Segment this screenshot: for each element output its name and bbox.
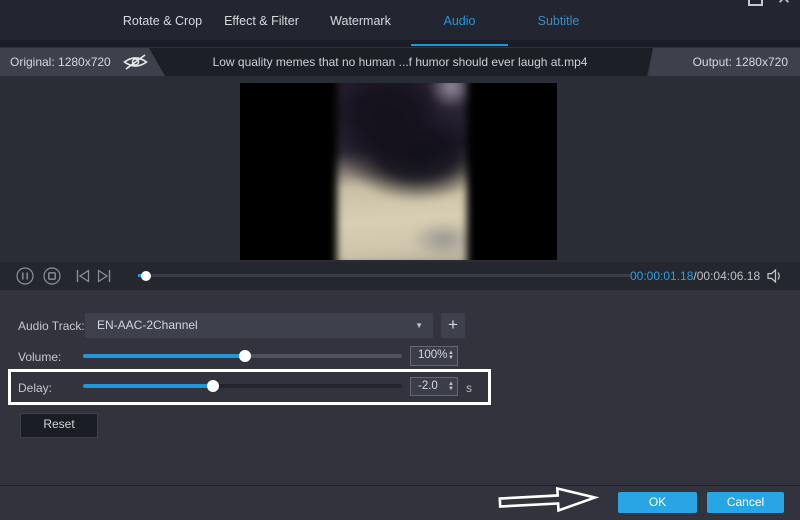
delay-label: Delay: — [18, 381, 53, 395]
preview-eye-off-icon[interactable] — [122, 53, 149, 74]
footer-divider — [0, 485, 800, 486]
cancel-button[interactable]: Cancel — [707, 492, 784, 513]
delay-slider-thumb[interactable] — [207, 379, 220, 392]
tab-bar: Rotate & Crop Effect & Filter Watermark … — [0, 0, 800, 47]
delay-unit-label: s — [466, 381, 472, 395]
volume-value: 100% — [418, 349, 448, 361]
close-icon[interactable]: ✕ — [774, 0, 794, 10]
tab-effect-filter[interactable]: Effect & Filter — [212, 0, 311, 47]
total-time: /00:04:06.18 — [693, 269, 761, 283]
video-thumbnail — [337, 83, 467, 260]
pause-icon[interactable] — [16, 267, 34, 288]
video-editor-window: Rotate & Crop Effect & Filter Watermark … — [0, 0, 800, 520]
tab-rotate-crop[interactable]: Rotate & Crop — [113, 0, 212, 47]
volume-spinner[interactable]: ▲ ▼ — [448, 347, 454, 365]
video-preview-area — [0, 76, 800, 262]
time-display: 00:00:01.18/00:04:06.18 — [630, 262, 761, 290]
seek-bar[interactable] — [138, 270, 630, 281]
next-frame-icon[interactable] — [97, 269, 111, 286]
delay-slider[interactable] — [83, 379, 402, 392]
ok-button[interactable]: OK — [618, 492, 697, 513]
delay-value: -2.0 — [418, 380, 438, 392]
stop-icon[interactable] — [43, 267, 61, 288]
audio-track-label: Audio Track: — [18, 319, 85, 333]
spinner-down-icon[interactable]: ▼ — [448, 386, 454, 392]
filename-text: Low quality memes that no human ...f hum… — [212, 55, 588, 69]
tab-subtitle[interactable]: Subtitle — [509, 0, 608, 47]
volume-slider-fill — [83, 354, 246, 358]
speaker-icon[interactable] — [766, 268, 783, 286]
output-resolution-label: Output: 1280x720 — [692, 55, 788, 69]
volume-slider-thumb[interactable] — [239, 349, 252, 362]
volume-label: Volume: — [18, 350, 62, 364]
audio-track-value: EN-AAC-2Channel — [97, 318, 198, 332]
add-audio-track-button[interactable]: + — [441, 313, 465, 338]
video-frame — [240, 83, 557, 260]
volume-slider[interactable] — [83, 349, 402, 362]
current-time: 00:00:01.18 — [630, 269, 694, 283]
chevron-down-icon: ▼ — [415, 321, 423, 330]
spinner-down-icon[interactable]: ▼ — [448, 355, 454, 361]
seek-bar-thumb[interactable] — [141, 270, 152, 281]
prev-frame-icon[interactable] — [76, 269, 90, 286]
audio-track-select[interactable]: EN-AAC-2Channel ▼ — [85, 313, 433, 338]
delay-spinner[interactable]: ▲ ▼ — [448, 378, 454, 395]
output-resolution-panel: Output: 1280x720 — [648, 48, 800, 76]
original-resolution-label: Original: 1280x720 — [10, 55, 111, 69]
tab-watermark[interactable]: Watermark — [311, 0, 410, 47]
maximize-icon[interactable] — [748, 0, 763, 6]
player-bar: 00:00:01.18/00:04:06.18 — [0, 262, 800, 290]
delay-value-box[interactable]: -2.0 ▲ ▼ — [410, 377, 458, 396]
tab-strip: Rotate & Crop Effect & Filter Watermark … — [113, 0, 608, 47]
original-resolution-panel: Original: 1280x720 — [0, 48, 165, 76]
volume-value-box[interactable]: 100% ▲ ▼ — [410, 346, 458, 366]
delay-slider-fill — [83, 384, 214, 388]
annotation-arrow-icon — [495, 482, 601, 520]
reset-button[interactable]: Reset — [20, 413, 98, 438]
tab-audio[interactable]: Audio — [410, 0, 509, 47]
resolution-header: Low quality memes that no human ...f hum… — [0, 48, 800, 76]
filename-bar: Low quality memes that no human ...f hum… — [147, 48, 653, 76]
